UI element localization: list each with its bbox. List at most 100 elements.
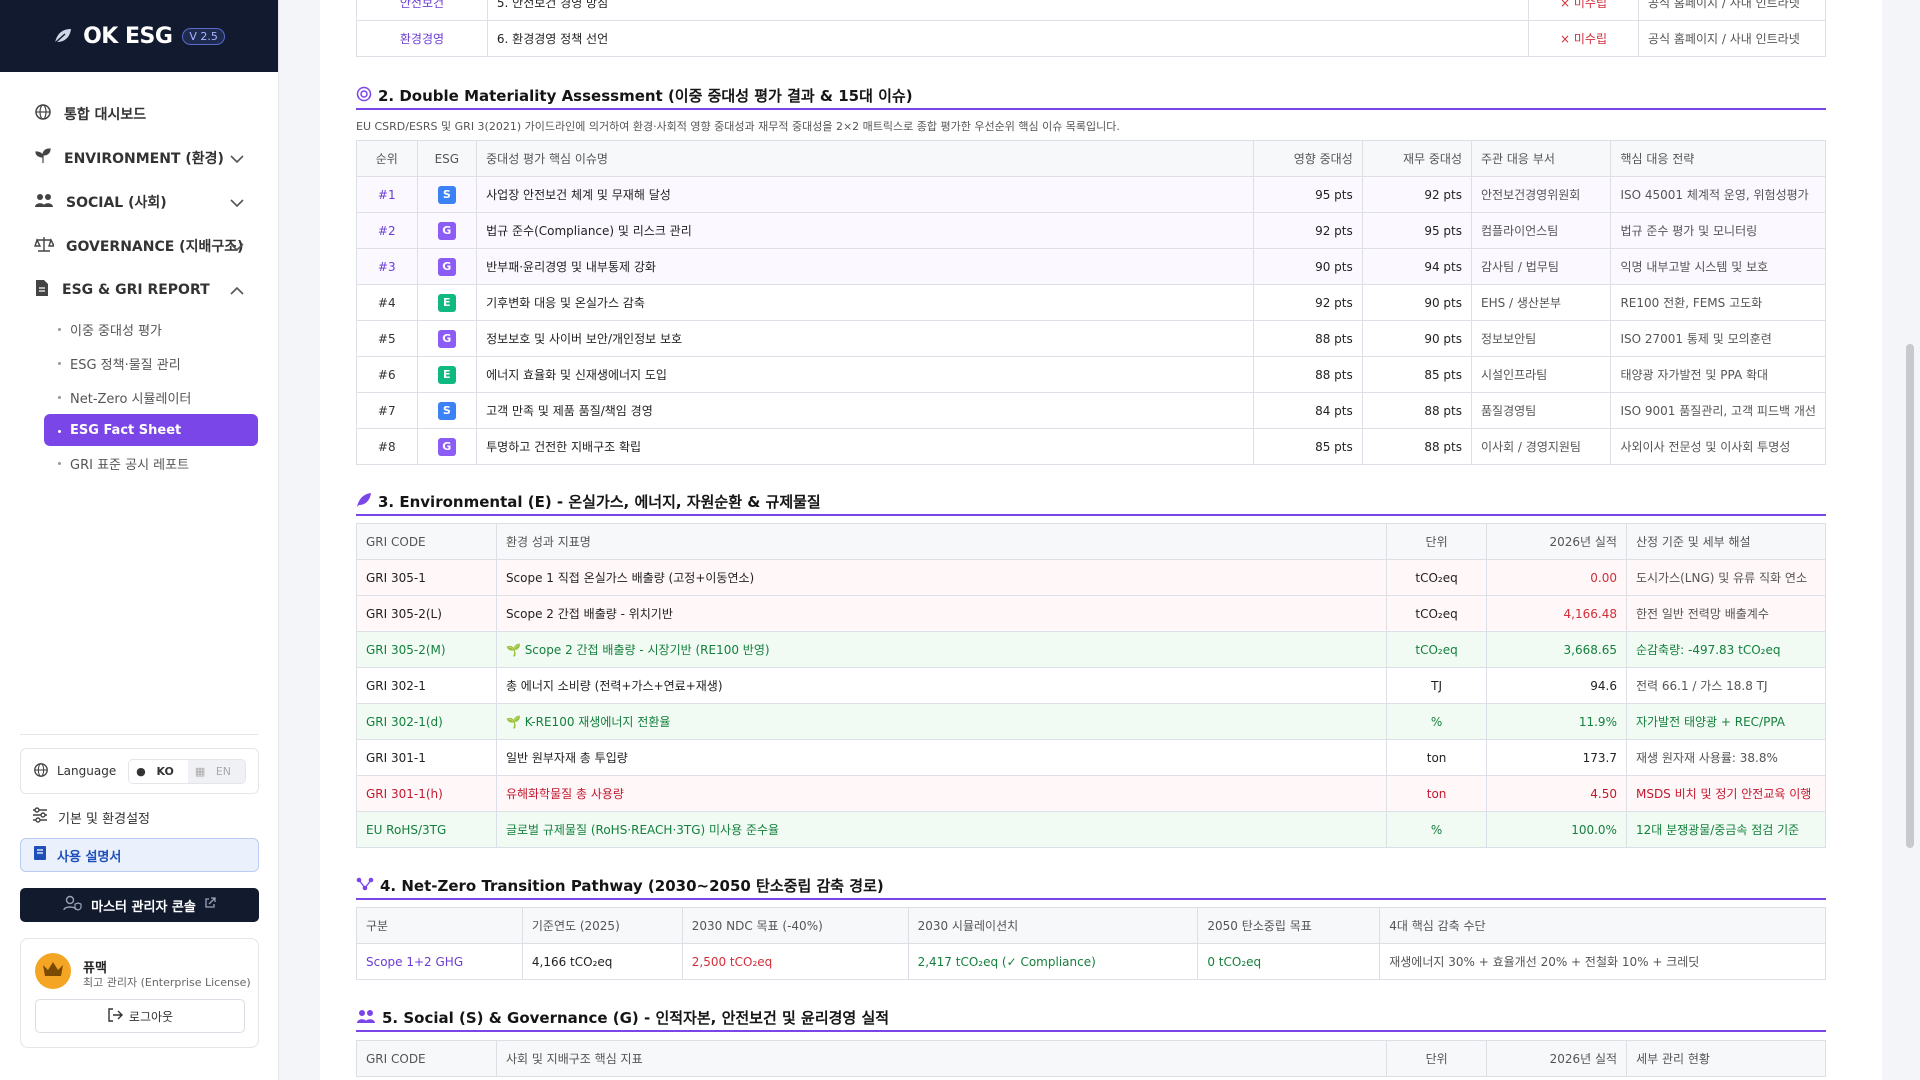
users-icon (356, 1008, 376, 1028)
policy-channel: 공식 홈페이지 / 사내 인트라넷 (1637, 20, 1827, 57)
issue-cell: 법규 준수(Compliance) 및 리스크 관리 (476, 212, 1254, 249)
sub-item-netzero[interactable]: Net-Zero 시뮬레이터 (0, 380, 278, 414)
master-console-button[interactable]: 마스터 관리자 콘솔 (20, 888, 259, 922)
note-cell: MSDS 비치 및 정기 안전교육 이행 (1625, 775, 1827, 812)
indicator-cell: Scope 1 직접 온실가스 배출량 (고정+이동연소) (495, 559, 1388, 596)
issue-cell: 사업장 안전보건 체계 및 무재해 달성 (476, 176, 1254, 213)
strategy-cell: 익명 내부고발 시스템 및 보호 (1610, 248, 1826, 285)
column-header: 재무 중대성 (1361, 140, 1472, 177)
issue-cell: 에너지 효율화 및 신재생에너지 도입 (476, 356, 1254, 393)
impact-cell: 88 pts (1252, 356, 1363, 393)
logout-button[interactable]: 로그아웃 (35, 999, 245, 1033)
impact-cell: 88 pts (1252, 320, 1363, 357)
column-header: 핵심 대응 전략 (1610, 140, 1826, 177)
financial-cell: 95 pts (1361, 212, 1472, 249)
language-toggle: ● KO ▦ EN (128, 758, 246, 784)
issue-cell: 반부패·윤리경영 및 내부통제 강화 (476, 248, 1254, 285)
dept-cell: 정보보안팀 (1470, 320, 1612, 357)
netzero-table: 구분 기준연도 (2025) 2030 NDC 목표 (-40%) 2030 시… (356, 907, 1826, 980)
table-row: GRI 301-1(h) 유해화학물질 총 사용량 ton 4.50 MSDS 비치 및… (356, 775, 1827, 812)
indicator-cell: 글로벌 규제물질 (RoHS·REACH·3TG) 미사용 준수율 (495, 811, 1388, 848)
value-cell: 94.6 (1486, 667, 1627, 704)
issue-cell: 정보보호 및 사이버 보안/개인정보 보호 (476, 320, 1254, 357)
column-header: 환경 성과 지표명 (495, 523, 1388, 560)
note-cell: 12대 분쟁광물/중금속 점검 기준 (1625, 811, 1827, 848)
settings-button[interactable]: 기본 및 환경설정 (20, 800, 259, 834)
user-shield-icon (63, 895, 83, 915)
table-header-row: GRI CODE 환경 성과 지표명 단위 2026년 실적 산정 기준 및 세… (356, 523, 1827, 560)
network-icon (356, 876, 374, 896)
scrollbar-thumb[interactable] (1906, 344, 1914, 848)
sub-item-label: 이중 중대성 평가 (70, 323, 162, 339)
manual-button[interactable]: 사용 설명서 (20, 838, 259, 872)
table-row: GRI 305-2(L) Scope 2 간접 배출량 - 위치기반 tCO₂eq 4… (356, 595, 1827, 632)
column-header: 주관 대응 부서 (1470, 140, 1612, 177)
financial-cell: 90 pts (1361, 320, 1472, 357)
esg-badge: G (437, 257, 456, 276)
table-row: GRI 301-1 일반 원부자재 총 투입량 ton 173.7 재생 원자재 사용률… (356, 739, 1827, 776)
gri-code-cell: GRI 301-1(h) (356, 775, 497, 812)
crown-icon (42, 961, 64, 981)
lang-ko-label: KO (156, 764, 174, 778)
table-row: #3 G 반부패·윤리경영 및 내부통제 강화 90 pts 94 pts 감사팀 / 법… (356, 248, 1826, 285)
chevron-down-icon (230, 240, 244, 256)
column-header: 기준연도 (2025) (521, 907, 683, 944)
column-header: 단위 (1386, 1040, 1488, 1077)
column-header: 순위 (356, 140, 418, 177)
logo-bar[interactable]: OK ESG V 2.5 (0, 0, 278, 72)
sub-item-label: Net-Zero 시뮬레이터 (70, 391, 192, 407)
strategy-cell: ISO 45001 체계적 운영, 위험성평가 (1610, 176, 1826, 213)
scale-icon (34, 235, 56, 257)
chevron-down-icon (230, 152, 244, 168)
nav-item-social[interactable]: SOCIAL (사회) (0, 180, 278, 224)
dept-cell: EHS / 생산본부 (1470, 284, 1612, 321)
sub-item-gri-report[interactable]: GRI 표준 공시 레포트 (0, 446, 278, 480)
column-header: 구분 (356, 907, 523, 944)
financial-cell: 92 pts (1361, 176, 1472, 213)
table-row: GRI 305-1 Scope 1 직접 온실가스 배출량 (고정+이동연소) tC… (356, 559, 1827, 596)
section-divider (356, 1030, 1826, 1032)
sub-item-fact-sheet[interactable]: ESG Fact Sheet (44, 414, 258, 446)
table-header-row: 구분 기준연도 (2025) 2030 NDC 목표 (-40%) 2030 시… (356, 907, 1826, 944)
version-badge: V 2.5 (182, 27, 225, 45)
table-row: GRI 302-1 총 에너지 소비량 (전력+가스+연료+재생) TJ 94.6 전력… (356, 667, 1827, 704)
nav-item-environment[interactable]: ENVIRONMENT (환경) (0, 136, 278, 180)
table-row: #8 G 투명하고 건전한 지배구조 확립 85 pts 88 pts 이사회 / 경영지… (356, 428, 1826, 465)
strategy-cell: 사외이사 전문성 및 이사회 투명성 (1610, 428, 1826, 465)
strategy-cell: 법규 준수 평가 및 모니터링 (1610, 212, 1826, 249)
main-content: 안전보건 5. 안전보건 경영 방침 × 미수립 공식 홈페이지 / 사내 인트… (320, 0, 1882, 1080)
esg-badge: G (437, 221, 456, 240)
section-divider (356, 108, 1826, 110)
esg-cell: G (416, 428, 478, 465)
esg-cell: S (416, 392, 478, 429)
language-label: Language (57, 764, 117, 778)
strategy-cell: 태양광 자가발전 및 PPA 확대 (1610, 356, 1826, 393)
nav-item-governance[interactable]: GOVERNANCE (지배구조) (0, 224, 278, 268)
sub-item-materiality[interactable]: 이중 중대성 평가 (0, 312, 278, 346)
table-row: #6 E 에너지 효율화 및 신재생에너지 도입 88 pts 85 pts 시설인프라팀… (356, 356, 1826, 393)
column-header: 2026년 실적 (1486, 1040, 1628, 1077)
sub-item-policy[interactable]: ESG 정책·물질 관리 (0, 346, 278, 380)
nav-item-dashboard[interactable]: 통합 대시보드 (0, 92, 278, 136)
unit-cell: tCO₂eq (1386, 631, 1488, 668)
note-cell: 자가발전 태양광 + REC/PPA (1625, 703, 1827, 740)
rank-cell: #7 (356, 392, 418, 429)
esg-badge: G (437, 329, 456, 348)
rank-cell: #6 (356, 356, 418, 393)
lang-en-button[interactable]: ▦ EN (187, 759, 245, 783)
esg-cell: G (416, 248, 478, 285)
leaf-logo-icon (53, 27, 73, 45)
dept-cell: 감사팀 / 법무팀 (1470, 248, 1612, 285)
table-row: GRI 302-1(d) 🌱 K-RE100 재생에너지 전환율% 11.9% 자가발… (356, 703, 1827, 740)
table-header-row: 순위 ESG 중대성 평가 핵심 이슈명 영향 중대성 재무 중대성 주관 대응… (356, 140, 1826, 177)
user-role: 최고 관리자 (Enterprise License) (83, 976, 251, 989)
dept-cell: 컴플라이언스팀 (1470, 212, 1612, 249)
table-row: 안전보건 5. 안전보건 경영 방침 × 미수립 공식 홈페이지 / 사내 인트… (356, 0, 1827, 21)
section-title-text: 4. Net-Zero Transition Pathway (2030~205… (380, 877, 884, 895)
strategy-cell: RE100 전환, FEMS 고도화 (1610, 284, 1826, 321)
financial-cell: 85 pts (1361, 356, 1472, 393)
table-row: #4 E 기후변화 대응 및 온실가스 감축 92 pts 90 pts EHS / 생산… (356, 284, 1826, 321)
table-row: 환경경영 6. 환경경영 정책 선언 × 미수립 공식 홈페이지 / 사내 인트… (356, 20, 1827, 57)
lang-ko-button[interactable]: ● KO (129, 759, 188, 783)
nav-item-esg-gri-report[interactable]: ESG & GRI REPORT (0, 268, 278, 312)
